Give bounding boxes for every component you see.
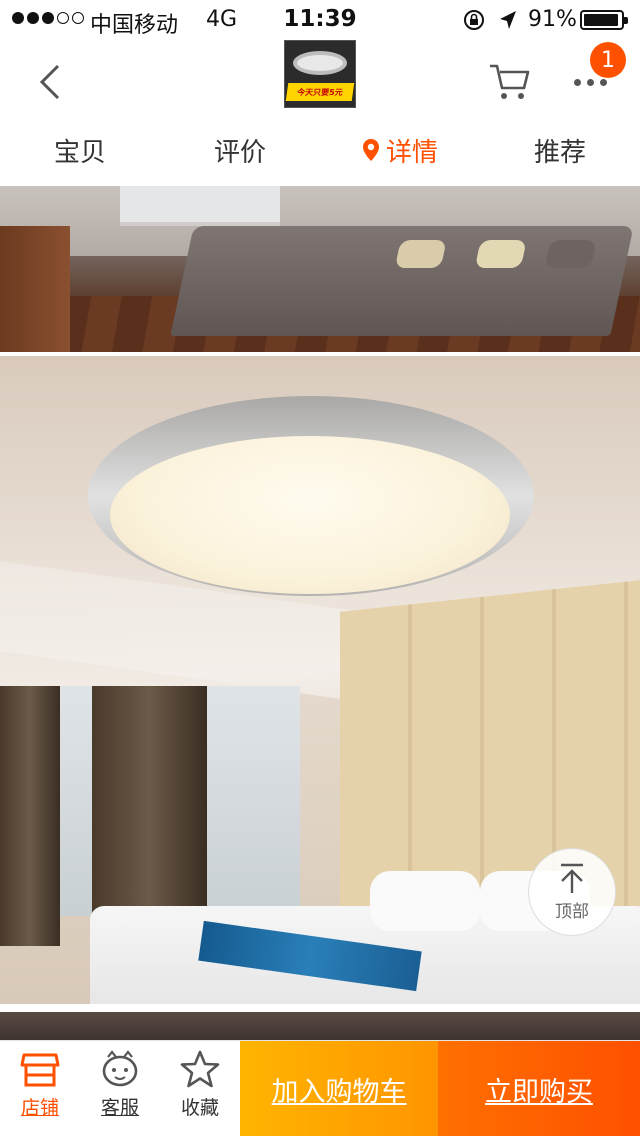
- status-bar: 中国移动 4G 11:39 91%: [0, 0, 640, 40]
- location-pin-icon: [362, 139, 379, 161]
- customer-service-button[interactable]: 客服: [80, 1049, 160, 1133]
- product-photo-bedroom: [0, 186, 640, 352]
- arrow-up-icon: [561, 863, 583, 893]
- tab-baobei[interactable]: 宝贝: [0, 124, 160, 176]
- bottom-action-bar: 店铺 客服 收藏 加入购物车 立即购买: [0, 1040, 640, 1136]
- cart-icon: [490, 64, 530, 99]
- nav-bar: 今天只要5元 1: [0, 40, 640, 124]
- thumbnail-promo: 今天只要5元: [285, 83, 355, 101]
- tab-recommend[interactable]: 推荐: [480, 124, 640, 176]
- back-to-top-button[interactable]: 顶部: [528, 848, 616, 936]
- shop-icon: [20, 1053, 60, 1087]
- tab-details[interactable]: 详情: [320, 124, 480, 176]
- battery-percent: 91%: [528, 7, 577, 32]
- notification-badge: 1: [590, 42, 626, 78]
- rotation-lock-icon: [464, 10, 484, 30]
- battery-icon: [580, 10, 628, 30]
- tab-label: 详情: [385, 137, 438, 168]
- ceiling-lamp-diffuser: [110, 436, 510, 594]
- tab-label: 宝贝: [53, 137, 106, 168]
- more-dot-icon: [599, 78, 607, 86]
- tab-reviews[interactable]: 评价: [160, 124, 320, 176]
- product-photo-next: [0, 1004, 640, 1040]
- tab-label: 评价: [213, 137, 266, 168]
- tab-label: 推荐: [533, 137, 586, 168]
- more-dot-icon: [573, 78, 581, 86]
- cart-button[interactable]: [488, 62, 532, 102]
- favorite-label: 收藏: [180, 1097, 219, 1119]
- service-icon: [102, 1050, 138, 1087]
- shop-button[interactable]: 店铺: [0, 1049, 80, 1133]
- more-dot-icon: [586, 78, 594, 86]
- chevron-left-icon: [39, 64, 60, 100]
- back-to-top-label: 顶部: [555, 901, 589, 922]
- back-button[interactable]: [30, 60, 70, 104]
- add-to-cart-button[interactable]: 加入购物车: [240, 1041, 438, 1136]
- shop-label: 店铺: [20, 1097, 59, 1119]
- buy-now-button[interactable]: 立即购买: [438, 1041, 640, 1136]
- location-arrow-icon: [500, 11, 516, 29]
- product-thumbnail[interactable]: 今天只要5元: [284, 40, 356, 108]
- product-tabs: 宝贝 评价 详情 推荐: [0, 124, 640, 186]
- star-icon: [180, 1050, 220, 1088]
- favorite-button[interactable]: 收藏: [160, 1049, 240, 1133]
- service-label: 客服: [100, 1097, 139, 1119]
